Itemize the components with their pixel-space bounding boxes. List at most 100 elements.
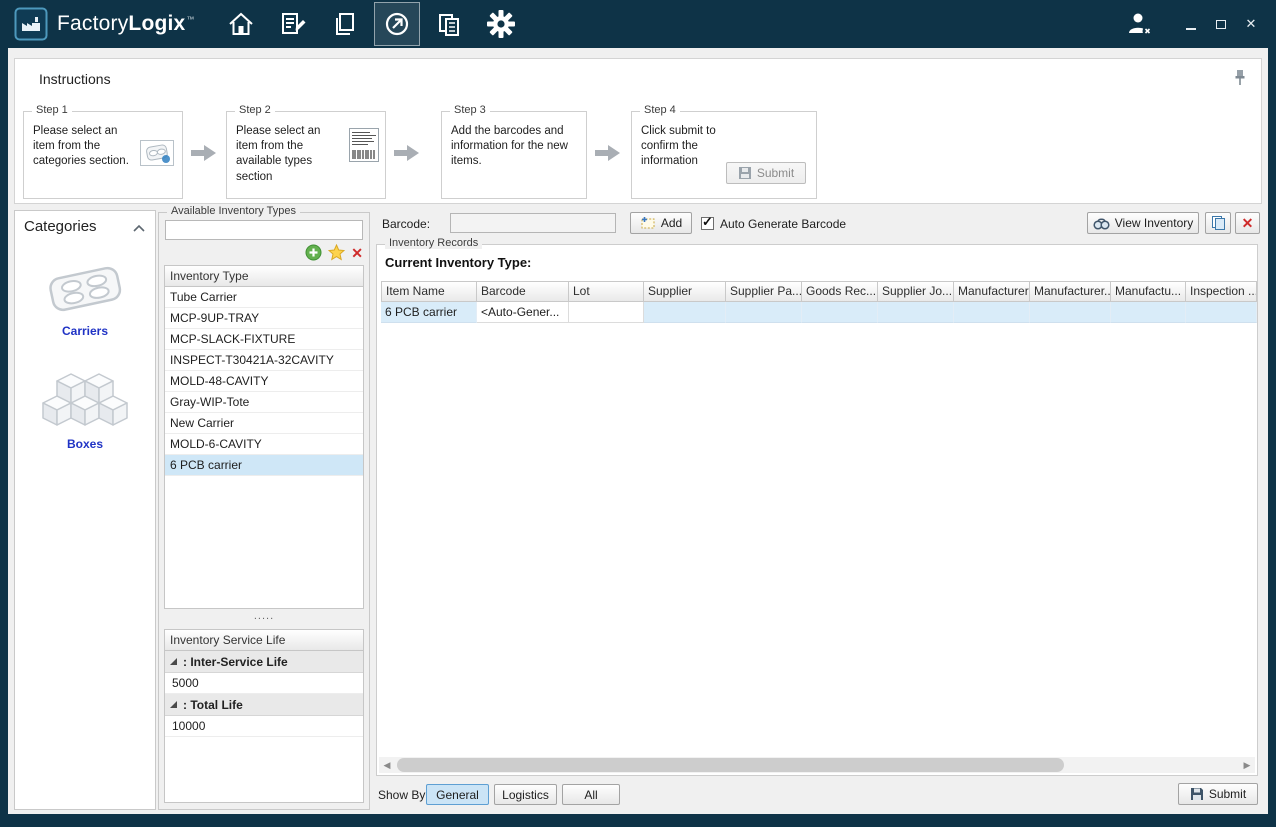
column-header-manufacturer-2[interactable]: Manufacturer... xyxy=(1030,281,1111,302)
favorite-type-button[interactable] xyxy=(328,244,345,261)
cell-supplier-part[interactable] xyxy=(726,302,802,323)
show-by-all-button[interactable]: All xyxy=(562,784,620,805)
type-filter-input[interactable] xyxy=(165,220,363,240)
type-actions: ✕ xyxy=(305,244,363,261)
step-2-text: Please select an item from the available… xyxy=(236,124,340,185)
minimize-button[interactable] xyxy=(1176,11,1206,37)
submit-button-label: Submit xyxy=(1209,787,1246,801)
barcode-input[interactable] xyxy=(450,213,616,233)
step-1-box: Step 1 Please select an item from the ca… xyxy=(23,111,183,199)
brand-factory: Factory xyxy=(57,12,128,35)
group-label: : Total Life xyxy=(183,698,243,712)
user-status-button[interactable] xyxy=(1120,7,1160,41)
column-header-supplier-part[interactable]: Supplier Pa... xyxy=(726,281,802,302)
delete-record-button[interactable]: ✕ xyxy=(1235,212,1260,234)
nav-settings-button[interactable] xyxy=(479,3,523,45)
pin-icon[interactable] xyxy=(1233,69,1247,86)
column-header-lot[interactable]: Lot xyxy=(569,281,644,302)
step-submit-button[interactable]: Submit xyxy=(726,162,806,184)
cell-manufacturer[interactable] xyxy=(954,302,1030,323)
scroll-left-button[interactable]: ◀ xyxy=(379,757,395,773)
step-4-box: Step 4 Click submit to confirm the infor… xyxy=(631,111,817,199)
cell-goods-received[interactable] xyxy=(802,302,878,323)
factorylogix-logo-icon xyxy=(14,7,48,41)
barcode-label-preview-image xyxy=(349,128,379,162)
submit-button[interactable]: Submit xyxy=(1178,783,1258,805)
step-2-title: Step 2 xyxy=(235,104,275,116)
group-expand-icon xyxy=(170,701,177,708)
inventory-records-group: Inventory Records Current Inventory Type… xyxy=(376,244,1258,776)
maximize-button[interactable] xyxy=(1206,11,1236,37)
available-types-panel: Available Inventory Types ✕ Inventory Ty… xyxy=(158,212,370,810)
service-life-value[interactable]: 10000 xyxy=(165,716,363,737)
categories-panel: Categories Carriers xyxy=(14,210,156,810)
cell-item-name[interactable]: 6 PCB carrier xyxy=(381,302,477,323)
cell-inspection[interactable] xyxy=(1186,302,1257,323)
auto-generate-checkbox[interactable]: ✓ xyxy=(701,217,714,230)
records-grid-header: Item Name Barcode Lot Supplier Supplier … xyxy=(381,281,1257,302)
cell-supplier-job[interactable] xyxy=(878,302,954,323)
inventory-type-row[interactable]: Tube Carrier xyxy=(165,287,363,308)
group-label: : Inter-Service Life xyxy=(183,655,288,669)
service-life-grid: Inventory Service Life : Inter-Service L… xyxy=(164,629,364,803)
step-3-box: Step 3 Add the barcodes and information … xyxy=(441,111,587,199)
instructions-title: Instructions xyxy=(39,71,111,87)
record-row[interactable]: 6 PCB carrier <Auto-Gener... xyxy=(381,302,1257,323)
column-header-goods-received[interactable]: Goods Rec... xyxy=(802,281,878,302)
column-header-barcode[interactable]: Barcode xyxy=(477,281,569,302)
inventory-type-row-selected[interactable]: 6 PCB carrier xyxy=(165,455,363,476)
show-by-general-button[interactable]: General xyxy=(426,784,489,805)
inventory-type-row[interactable]: MCP-9UP-TRAY xyxy=(165,308,363,329)
add-record-button[interactable]: Add xyxy=(630,212,692,234)
nav-dispatch-button[interactable] xyxy=(375,3,419,45)
inventory-type-row[interactable]: INSPECT-T30421A-32CAVITY xyxy=(165,350,363,371)
cell-barcode[interactable]: <Auto-Gener... xyxy=(477,302,569,323)
group-row-inter-service-life[interactable]: : Inter-Service Life xyxy=(165,651,363,673)
maximize-icon xyxy=(1216,20,1226,29)
column-header-inspection[interactable]: Inspection ... xyxy=(1186,281,1257,302)
horizontal-scrollbar[interactable]: ◀ ▶ xyxy=(379,757,1255,773)
nav-worksheets-button[interactable] xyxy=(271,3,315,45)
group-row-total-life[interactable]: : Total Life xyxy=(165,694,363,716)
inventory-type-row[interactable]: MOLD-6-CAVITY xyxy=(165,434,363,455)
show-by-logistics-button[interactable]: Logistics xyxy=(494,784,557,805)
splitter-handle[interactable]: ..... xyxy=(164,613,364,625)
cell-manufacturer-2[interactable] xyxy=(1030,302,1111,323)
step-3-title: Step 3 xyxy=(450,104,490,116)
gear-icon xyxy=(486,9,516,39)
step-2-box: Step 2 Please select an item from the av… xyxy=(226,111,386,199)
chevron-up-icon[interactable] xyxy=(132,224,146,233)
documents-icon xyxy=(435,10,463,38)
scrollbar-thumb[interactable] xyxy=(397,758,1064,772)
scrollbar-track[interactable] xyxy=(395,757,1239,773)
inventory-type-row[interactable]: MOLD-48-CAVITY xyxy=(165,371,363,392)
step-arrow-icon xyxy=(191,143,217,163)
column-header-supplier-job[interactable]: Supplier Jo... xyxy=(878,281,954,302)
barcode-toolbar: Barcode: Add ✓ Auto Generate Barcode xyxy=(374,210,1260,238)
column-header-supplier[interactable]: Supplier xyxy=(644,281,726,302)
inventory-type-row[interactable]: MCP-SLACK-FIXTURE xyxy=(165,329,363,350)
delete-type-button[interactable]: ✕ xyxy=(351,246,363,260)
scroll-right-button[interactable]: ▶ xyxy=(1239,757,1255,773)
inventory-type-column-header[interactable]: Inventory Type xyxy=(165,266,363,287)
inventory-type-row[interactable]: Gray-WIP-Tote xyxy=(165,392,363,413)
category-carriers[interactable]: Carriers xyxy=(15,261,155,338)
records-grid: Item Name Barcode Lot Supplier Supplier … xyxy=(381,281,1257,323)
nav-reports-button[interactable] xyxy=(427,3,471,45)
cell-supplier[interactable] xyxy=(644,302,726,323)
nav-materials-button[interactable] xyxy=(323,3,367,45)
service-life-header[interactable]: Inventory Service Life xyxy=(165,630,363,651)
service-life-value[interactable]: 5000 xyxy=(165,673,363,694)
category-boxes[interactable]: Boxes xyxy=(15,364,155,451)
nav-home-button[interactable] xyxy=(219,3,263,45)
cell-manufactu[interactable] xyxy=(1111,302,1186,323)
cell-lot[interactable] xyxy=(569,302,644,323)
view-inventory-button[interactable]: View Inventory xyxy=(1087,212,1199,234)
column-header-manufactu[interactable]: Manufactu... xyxy=(1111,281,1186,302)
inventory-type-row[interactable]: New Carrier xyxy=(165,413,363,434)
column-header-item-name[interactable]: Item Name xyxy=(381,281,477,302)
column-header-manufacturer[interactable]: Manufacturer xyxy=(954,281,1030,302)
add-type-button[interactable] xyxy=(305,244,322,261)
copy-button[interactable] xyxy=(1205,212,1231,234)
close-button[interactable]: ✕ xyxy=(1236,11,1266,37)
